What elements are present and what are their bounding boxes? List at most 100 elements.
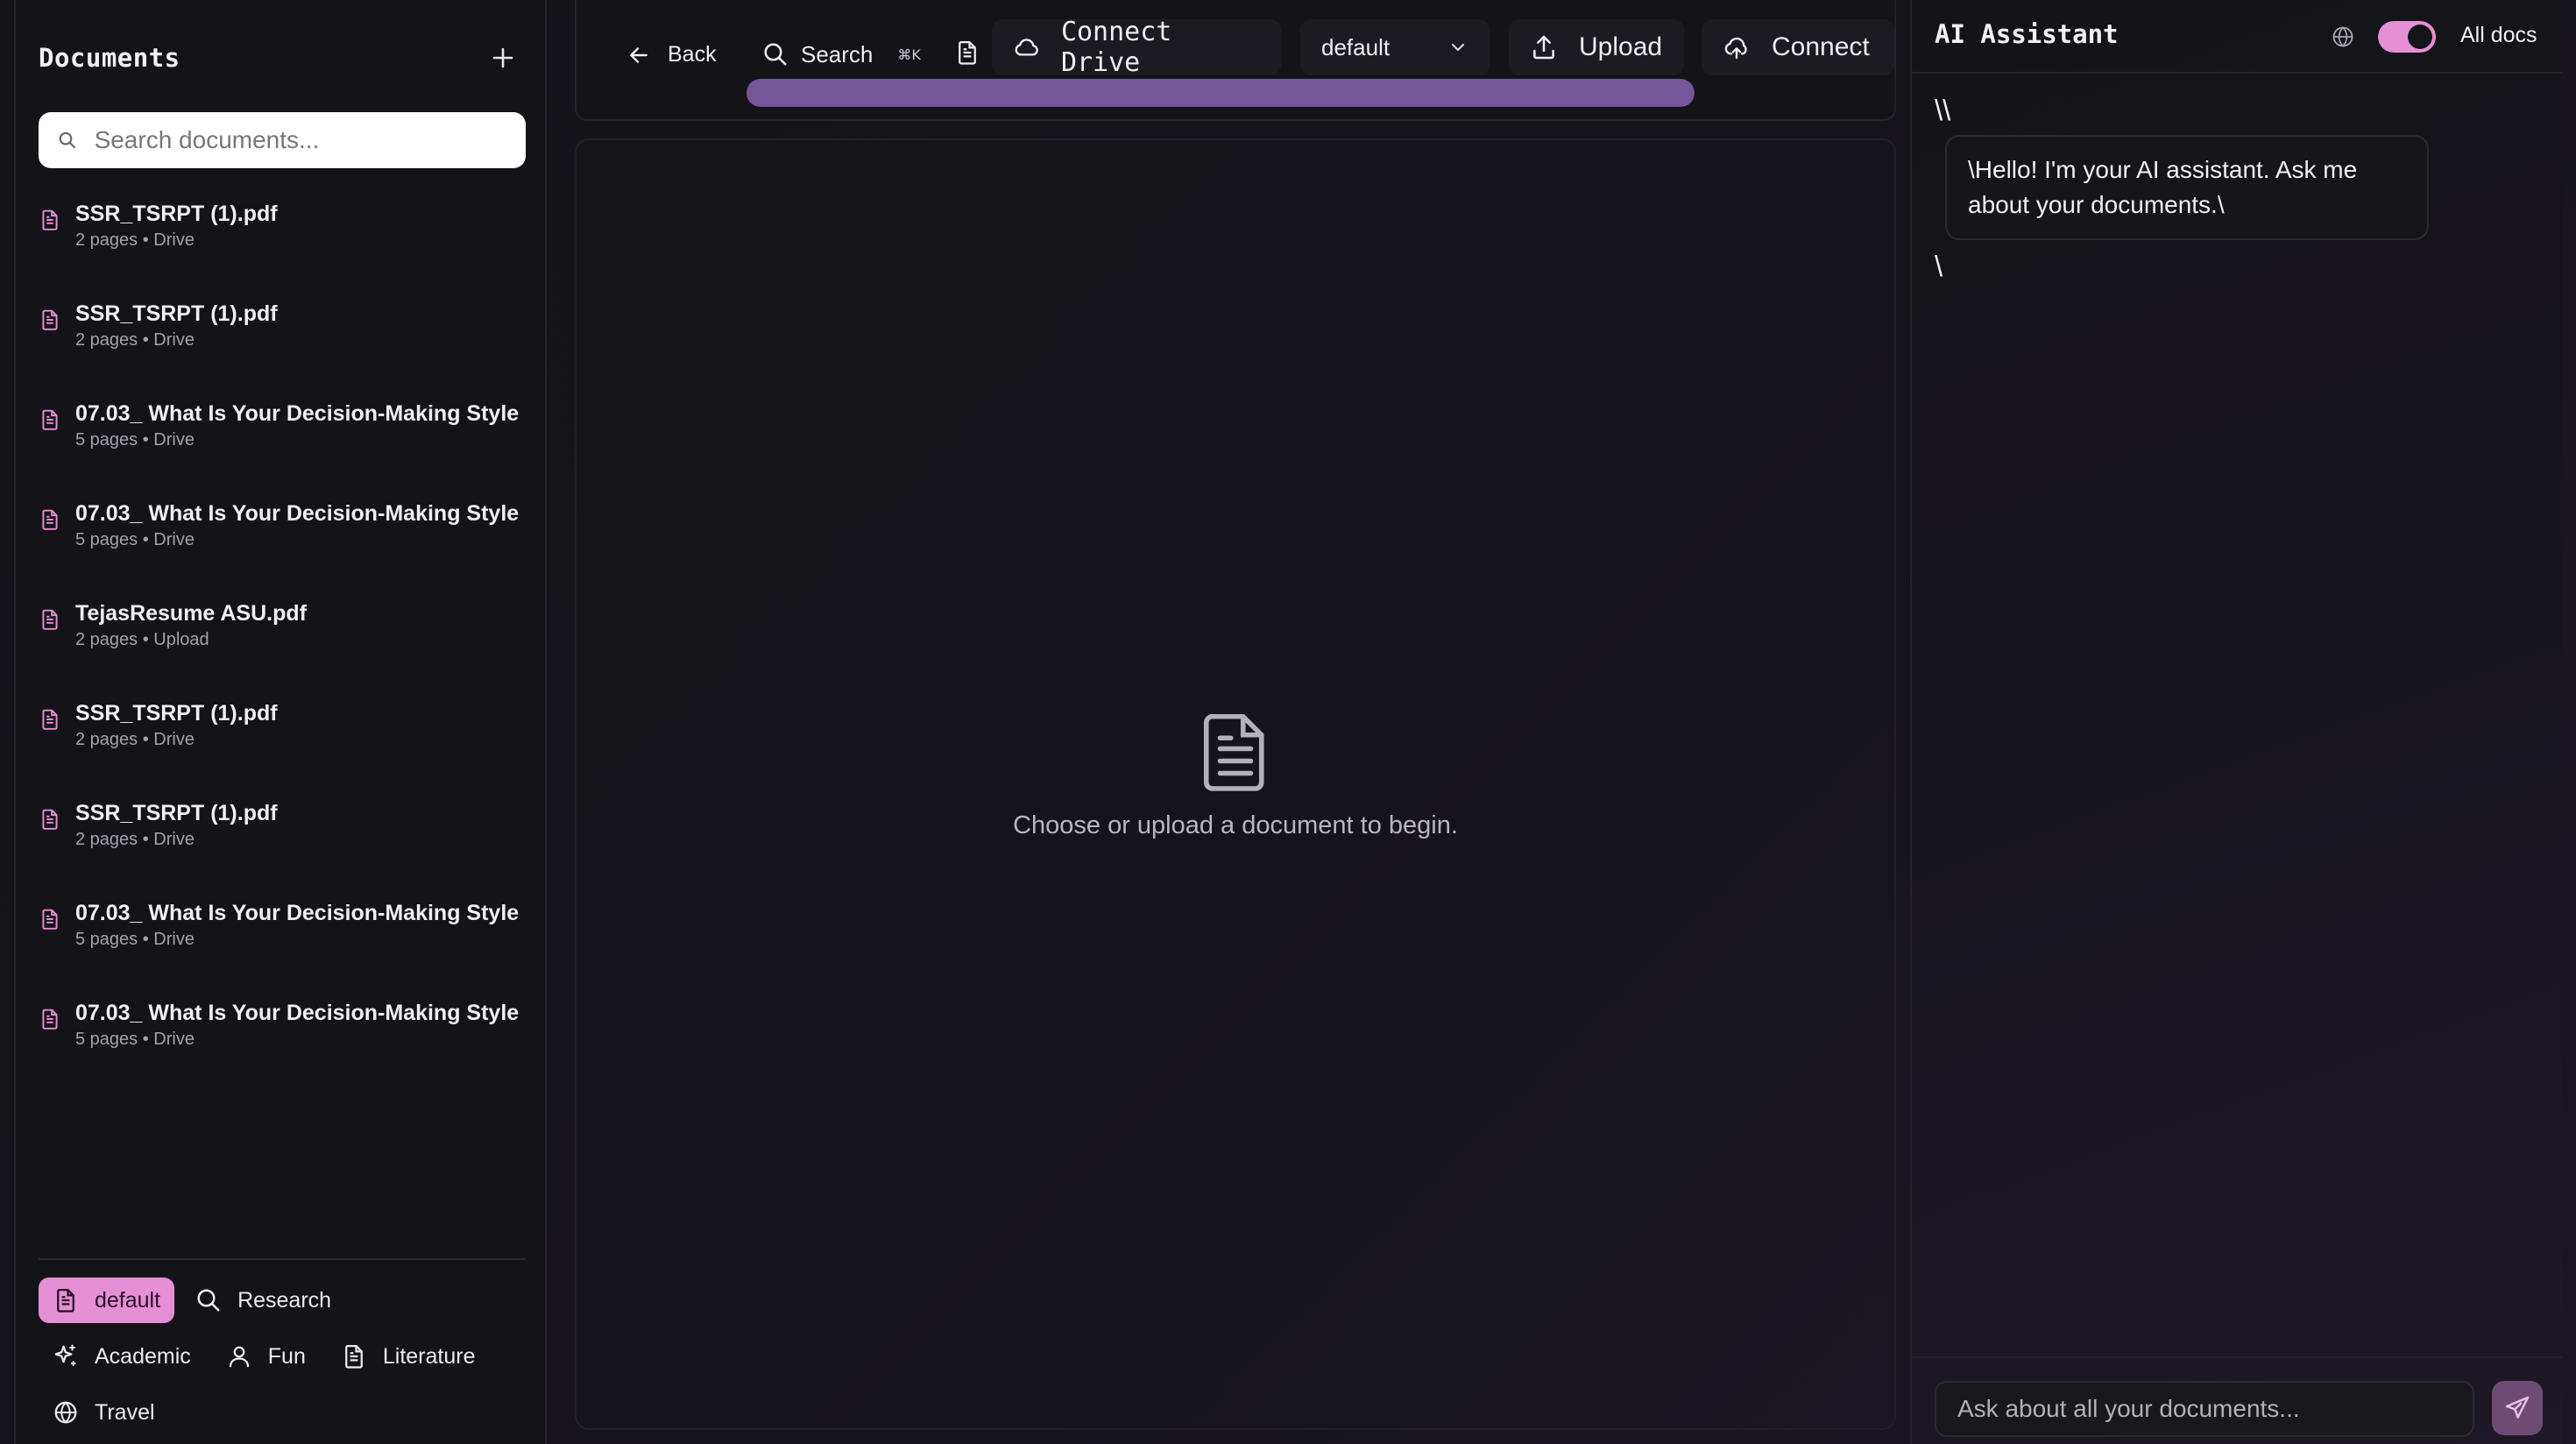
document-name: 07.03_ What Is Your Decision-Making Styl… [75,1001,520,1025]
collection-label: Research [237,1287,332,1313]
document-text: 07.03_ What Is Your Decision-Making Styl… [75,398,519,450]
document-list: SSR_TSRPT (1).pdf 2 pages • Drive SSR_TSRP… [39,198,547,1097]
collection-label: default [95,1287,161,1313]
collection-chip-academic[interactable]: Academic [39,1334,205,1379]
document-name: SSR_TSRPT (1).pdf [75,301,278,326]
toolbar-scrollbar[interactable] [747,79,1695,107]
collection-chip-literature[interactable]: Literature [327,1334,490,1379]
document-meta: 2 pages • Drive [75,830,195,849]
document-meta: 5 pages • Drive [75,1030,195,1049]
document-meta: 5 pages • Drive [75,430,195,449]
search-icon [197,1289,220,1312]
collection-chip-research[interactable]: Research [181,1278,345,1323]
empty-message: Choose or upload a document to begin. [1013,811,1458,839]
document-icon [42,409,58,430]
collection-row: Travel [39,1388,538,1437]
document-text: 07.03_ What Is Your Decision-Making Styl… [75,498,519,550]
upload-label: Upload [1579,32,1663,61]
viewer-toolbar: Back Search ⌘K Connect Drive default Upl… [575,0,1896,121]
document-name: TejasResume ASU.pdf [75,601,307,626]
ai-assistant-panel: AI Assistant All docs \\ \Hello! I'm you… [1910,0,2562,1444]
document-text: 07.03_ What Is Your Decision-Making Styl… [75,897,519,950]
chat-input[interactable] [1935,1381,2474,1437]
document-meta: 5 pages • Drive [75,930,195,949]
document-meta: 5 pages • Drive [75,530,195,549]
chevron-down-icon [1451,43,1465,52]
app-window: Documents SSR_TSRPT (1).pdf 2 pages • Dri… [0,0,2576,1444]
globe-icon[interactable] [2331,25,2355,49]
sparkle-icon [54,1344,76,1366]
add-document-button[interactable] [484,39,522,77]
document-list-item[interactable]: SSR_TSRPT (1).pdf 2 pages • Drive [39,198,547,298]
collection-row: Academic Fun Literature [39,1332,538,1381]
back-label: Back [668,42,717,67]
document-text: SSR_TSRPT (1).pdf 2 pages • Drive [75,298,278,350]
document-text: 07.03_ What Is Your Decision-Making Styl… [75,997,519,1050]
user-icon [229,1346,249,1368]
toggle-knob [2408,25,2432,49]
document-text: SSR_TSRPT (1).pdf 2 pages • Drive [75,697,278,750]
document-list-item[interactable]: 07.03_ What Is Your Decision-Making Styl… [39,897,547,997]
document-text: TejasResume ASU.pdf 2 pages • Upload [75,598,307,650]
all-docs-toggle[interactable] [2378,21,2436,53]
documents-sidebar: Documents SSR_TSRPT (1).pdf 2 pages • Dri… [14,0,547,1444]
document-text: SSR_TSRPT (1).pdf 2 pages • Drive [75,797,278,850]
document-list-item[interactable]: 07.03_ What Is Your Decision-Making Styl… [39,997,547,1097]
search-shortcut: ⌘K [897,46,921,63]
globe-icon [54,1401,77,1424]
chat-suffix-text: \ [1935,250,1943,282]
document-meta: 2 pages • Drive [75,230,195,250]
document-icon [42,709,58,730]
document-icon [42,209,58,230]
upload-icon [1533,35,1554,60]
empty-state: Choose or upload a document to begin. [577,710,1894,840]
collection-label: Literature [382,1343,476,1369]
document-list-item[interactable]: 07.03_ What Is Your Decision-Making Styl… [39,498,547,598]
connect-label: Connect [1772,32,1870,61]
document-icon [344,1345,363,1369]
chat-composer [1912,1356,2562,1444]
document-text: SSR_TSRPT (1).pdf 2 pages • Drive [75,198,278,251]
sidebar-header: Documents [39,39,522,77]
connect-drive-button[interactable]: Connect Drive [992,17,1281,78]
document-icon [42,909,58,930]
document-search-box[interactable] [39,112,526,168]
chat-prefix-text: \\ [1935,94,1951,126]
collection-chip-fun[interactable]: Fun [212,1334,320,1379]
document-list-item[interactable]: SSR_TSRPT (1).pdf 2 pages • Drive [39,298,547,398]
cloud-upload-icon [1724,37,1747,60]
collection-label: Fun [267,1343,306,1369]
collection-list: default Research Academic Fun Literature… [39,1276,538,1444]
upload-button[interactable]: Upload [1509,19,1684,75]
collection-chip-travel[interactable]: Travel [39,1390,169,1435]
back-button[interactable]: Back [627,42,717,67]
assistant-message: \Hello! I'm your AI assistant. Ask me ab… [1945,135,2429,240]
cloud-icon [1015,39,1038,56]
collection-row: default Research [39,1276,538,1325]
connect-button[interactable]: Connect [1702,19,1894,75]
all-docs-label: All docs [2460,23,2537,47]
document-list-item[interactable]: TejasResume ASU.pdf 2 pages • Upload [39,598,547,697]
document-icon [42,809,58,830]
document-search-input[interactable] [94,126,506,154]
document-list-item[interactable]: SSR_TSRPT (1).pdf 2 pages • Drive [39,797,547,897]
collection-label: Travel [95,1399,155,1425]
document-icon [42,1009,58,1030]
collection-chip-default[interactable]: default [39,1278,175,1323]
collection-select[interactable]: default [1300,19,1490,75]
search-icon [59,131,75,149]
search-icon [764,43,787,66]
document-meta: 2 pages • Drive [75,730,195,749]
document-name: SSR_TSRPT (1).pdf [75,701,278,726]
sidebar-divider [39,1258,526,1260]
document-view-button[interactable] [948,33,987,72]
document-name: 07.03_ What Is Your Decision-Making Styl… [75,501,520,526]
document-list-item[interactable]: SSR_TSRPT (1).pdf 2 pages • Drive [39,697,547,797]
document-meta: 2 pages • Drive [75,330,195,350]
sidebar-title: Documents [39,43,180,73]
document-meta: 2 pages • Upload [75,630,209,649]
document-list-item[interactable]: 07.03_ What Is Your Decision-Making Styl… [39,398,547,498]
search-button[interactable]: Search ⌘K [762,32,921,77]
search-label: Search [801,40,874,67]
send-button[interactable] [2492,1381,2543,1435]
